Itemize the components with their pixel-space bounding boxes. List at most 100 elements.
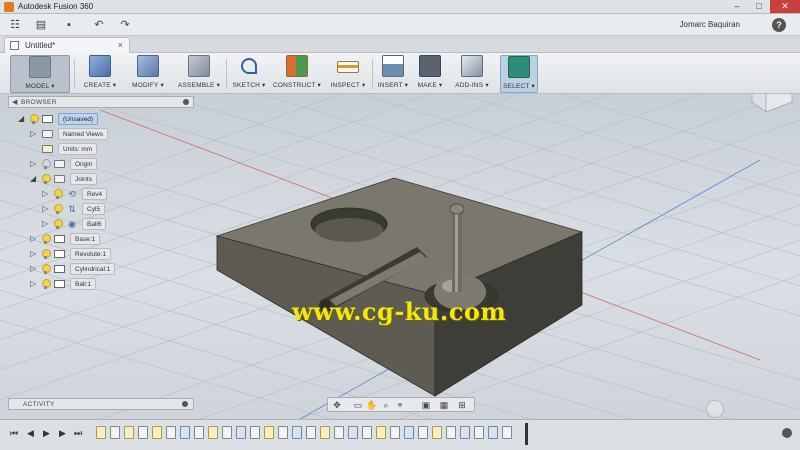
timeline-feature[interactable] — [138, 426, 148, 439]
timeline-feature[interactable] — [264, 426, 274, 439]
document-tab[interactable]: Untitled* × — [4, 37, 130, 53]
timeline-feature[interactable] — [320, 426, 330, 439]
timeline-feature[interactable] — [488, 426, 498, 439]
expand-toggle-icon[interactable]: ▷ — [30, 279, 40, 288]
collapse-icon[interactable]: ◀ — [12, 98, 17, 106]
timeline-feature[interactable] — [432, 426, 442, 439]
view-cube[interactable] — [751, 94, 793, 113]
timeline-feature[interactable] — [362, 426, 372, 439]
base-component-body[interactable] — [215, 177, 584, 397]
timeline-feature[interactable] — [474, 426, 484, 439]
timeline-feature[interactable] — [110, 426, 120, 439]
save-icon[interactable]: ▪ — [62, 18, 76, 32]
tree-item-revolute[interactable]: ▷ Revolute:1 — [30, 248, 190, 261]
visibility-bulb-icon[interactable] — [41, 279, 51, 289]
tree-item-base[interactable]: ▷ Base:1 — [30, 233, 190, 246]
tree-item-ball6[interactable]: ▷ ◉ Ball6 — [42, 218, 192, 231]
timeline-feature[interactable] — [348, 426, 358, 439]
timeline-feature[interactable] — [460, 426, 470, 439]
timeline-feature[interactable] — [404, 426, 414, 439]
pin-icon[interactable] — [182, 401, 188, 407]
timeline-feature[interactable] — [306, 426, 316, 439]
select-menu-button[interactable]: SELECT ▾ — [500, 55, 538, 93]
visibility-bulb-icon[interactable] — [41, 234, 51, 244]
tree-label[interactable]: Base:1 — [70, 233, 101, 245]
go-to-end-icon[interactable]: ⏭ — [74, 428, 82, 439]
add-ins-menu-button[interactable]: ADD-INS ▾ — [452, 55, 492, 93]
zoom-icon[interactable]: ⌕ — [380, 399, 392, 411]
tree-label[interactable]: Joints — [70, 173, 97, 185]
construct-menu-button[interactable]: CONSTRUCT ▾ — [272, 55, 322, 93]
tree-label[interactable]: Origin — [70, 158, 98, 170]
fit-icon[interactable]: ⌖ — [394, 399, 406, 411]
redo-icon[interactable]: ↷ — [118, 18, 132, 32]
activity-panel-header[interactable]: ACTIVITY — [8, 398, 194, 410]
undo-icon[interactable]: ↶ — [92, 18, 106, 32]
modify-menu-button[interactable]: MODIFY ▾ — [128, 55, 168, 93]
timeline-feature[interactable] — [278, 426, 288, 439]
expand-toggle-icon[interactable]: ◢ — [30, 174, 40, 183]
expand-toggle-icon[interactable]: ◢ — [18, 114, 28, 123]
tree-item-rev4[interactable]: ▷ ⟲ Rev4 — [42, 188, 192, 201]
timeline-feature[interactable] — [96, 426, 106, 439]
sketch-menu-button[interactable]: SKETCH ▾ — [230, 55, 268, 93]
tree-label[interactable]: Rev4 — [82, 188, 108, 200]
go-to-start-icon[interactable]: ⏮ — [10, 428, 18, 439]
timeline-feature[interactable] — [124, 426, 134, 439]
timeline-feature[interactable] — [194, 426, 204, 439]
tree-label[interactable]: Ball:1 — [70, 278, 97, 290]
tree-item-joints[interactable]: ◢ Joints — [30, 173, 190, 186]
timeline-marker[interactable] — [525, 423, 528, 445]
timeline-feature[interactable] — [418, 426, 428, 439]
tree-label[interactable]: Revolute:1 — [70, 248, 112, 260]
orbit-icon[interactable]: ✥ — [331, 399, 343, 411]
visibility-bulb-icon[interactable] — [41, 159, 51, 169]
tree-item-cyl5[interactable]: ▷ ⇅ Cyl5 — [42, 203, 192, 216]
expand-toggle-icon[interactable]: ▷ — [42, 204, 52, 213]
visibility-bulb-icon[interactable] — [29, 114, 39, 124]
timeline-feature[interactable] — [208, 426, 218, 439]
visibility-bulb-icon[interactable] — [53, 189, 63, 199]
timeline-feature[interactable] — [152, 426, 162, 439]
visibility-bulb-icon[interactable] — [41, 174, 51, 184]
timeline-settings-icon[interactable] — [782, 428, 792, 438]
pan-icon[interactable]: ✋ — [366, 399, 378, 411]
create-menu-button[interactable]: CREATE ▾ — [80, 55, 120, 93]
workspace-model-button[interactable]: MODEL ▾ — [10, 55, 70, 93]
timeline-feature[interactable] — [236, 426, 246, 439]
insert-menu-button[interactable]: INSERT ▾ — [376, 55, 410, 93]
expand-toggle-icon[interactable]: ▷ — [30, 249, 40, 258]
tree-item-ball[interactable]: ▷ Ball:1 — [30, 278, 190, 291]
tree-item-units[interactable]: Units: mm — [30, 143, 190, 156]
tree-item-cylindrical[interactable]: ▷ Cylindrical:1 — [30, 263, 190, 276]
look-at-icon[interactable]: ▭ — [352, 399, 364, 411]
visibility-bulb-icon[interactable] — [53, 219, 63, 229]
maximize-button[interactable]: □ — [748, 0, 770, 13]
data-panel-grid-icon[interactable]: ☷ — [8, 18, 22, 32]
tree-label[interactable]: Cylindrical:1 — [70, 263, 116, 275]
tree-label[interactable]: Cyl5 — [82, 203, 106, 215]
expand-toggle-icon[interactable]: ▷ — [30, 234, 40, 243]
help-icon[interactable]: ? — [772, 18, 786, 32]
timeline-feature[interactable] — [292, 426, 302, 439]
timeline-feature[interactable] — [446, 426, 456, 439]
tree-label[interactable]: Units: mm — [58, 143, 98, 155]
timeline-feature[interactable] — [250, 426, 260, 439]
minimize-button[interactable]: – — [726, 0, 748, 13]
viewports-icon[interactable]: ⊞ — [456, 399, 468, 411]
timeline-feature[interactable] — [390, 426, 400, 439]
play-icon[interactable]: ▶ — [43, 428, 50, 439]
pin-icon[interactable] — [183, 99, 189, 105]
make-menu-button[interactable]: MAKE ▾ — [414, 55, 446, 93]
inspect-menu-button[interactable]: INSPECT ▾ — [328, 55, 368, 93]
user-name[interactable]: Jomarc Baquiran — [680, 20, 740, 29]
expand-toggle-icon[interactable]: ▷ — [30, 264, 40, 273]
timeline-feature[interactable] — [166, 426, 176, 439]
close-tab-icon[interactable]: × — [118, 40, 123, 50]
tree-root[interactable]: ◢ (Unsaved) — [18, 113, 188, 126]
step-forward-icon[interactable]: ▶ — [59, 428, 66, 439]
assemble-menu-button[interactable]: ASSEMBLE ▾ — [176, 55, 222, 93]
timeline-feature[interactable] — [222, 426, 232, 439]
tree-label[interactable]: (Unsaved) — [58, 113, 98, 125]
tree-item-origin[interactable]: ▷ Origin — [30, 158, 190, 171]
